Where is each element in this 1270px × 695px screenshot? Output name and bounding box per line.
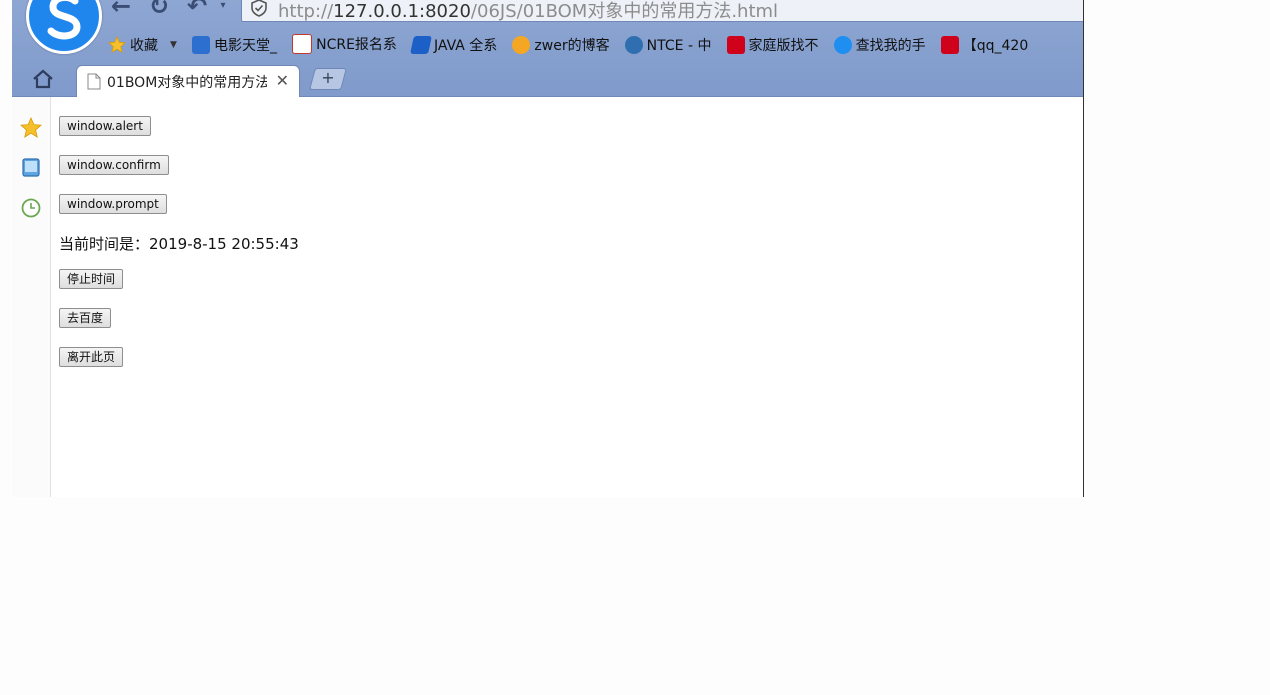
undo-icon[interactable]: ↶ xyxy=(184,0,210,18)
security-shield-icon[interactable] xyxy=(250,0,268,17)
cloud-icon xyxy=(833,36,852,54)
bookmark-csdn-1[interactable]: 家庭版找不 xyxy=(726,34,819,56)
device-icon[interactable] xyxy=(20,157,42,179)
back-arrow-icon[interactable]: ← xyxy=(108,0,134,18)
sidebar xyxy=(12,97,51,497)
bookmark-ntce[interactable]: NTCE - 中 xyxy=(624,34,712,56)
refresh-icon[interactable]: ↻ xyxy=(146,0,172,18)
tab-active[interactable]: 01BOM对象中的常用方法 ✕ xyxy=(76,65,300,97)
bookmarks-bar: 收藏 ▼ 电影天堂_ NCRE报名系 JAVA 全系 zwer的博客 NTCE -… xyxy=(108,33,1038,55)
bookmark-label: NTCE - 中 xyxy=(646,38,712,54)
close-icon[interactable]: ✕ xyxy=(276,71,289,90)
bookmark-label: 家庭版找不 xyxy=(748,38,819,54)
bookmark-label: 查找我的手 xyxy=(855,38,926,54)
tab-strip: 01BOM对象中的常用方法 ✕ + xyxy=(12,62,1083,97)
bookmark-label: zwer的博客 xyxy=(534,38,610,54)
go-baidu-button[interactable]: 去百度 xyxy=(59,308,112,328)
browser-window: ← ↻ ↶ ▾ http://127.0.0.1:8020/06JS/01BOM… xyxy=(12,0,1084,497)
bookmark-movie[interactable]: 电影天堂_ xyxy=(192,34,277,56)
bookmark-csdn-2[interactable]: 【qq_420 xyxy=(940,34,1029,56)
browser-toolbar: ← ↻ ↶ ▾ http://127.0.0.1:8020/06JS/01BOM… xyxy=(12,0,1083,97)
chevron-down-icon[interactable]: ▾ xyxy=(210,0,236,18)
url-scheme: http:// xyxy=(278,1,334,22)
home-icon[interactable] xyxy=(32,68,54,90)
window-confirm-button[interactable]: window.confirm xyxy=(59,155,169,175)
address-bar[interactable]: http://127.0.0.1:8020/06JS/01BOM对象中的常用方法… xyxy=(241,0,1083,23)
url-host: 127.0.0.1:8020 xyxy=(333,1,471,22)
movie-site-icon xyxy=(192,36,211,54)
bookmark-label: 【qq_420 xyxy=(962,38,1029,54)
java-site-icon xyxy=(410,36,432,54)
current-time-display: 当前时间是：2019-8-15 20:55:43 xyxy=(59,233,299,254)
bookmark-ncre[interactable]: NCRE报名系 xyxy=(292,33,397,55)
time-label: 当前时间是： xyxy=(59,235,150,253)
ntce-icon xyxy=(624,36,643,54)
history-clock-icon[interactable] xyxy=(20,197,42,219)
url-path: /06JS/01BOM对象中的常用方法.html xyxy=(470,1,779,22)
time-value: 2019-8-15 20:55:43 xyxy=(149,235,299,253)
bookmark-favorites[interactable]: 收藏 ▼ xyxy=(108,34,177,56)
bookmark-label: NCRE报名系 xyxy=(316,37,397,53)
document-icon xyxy=(87,73,101,90)
bookmark-find-phone[interactable]: 查找我的手 xyxy=(833,34,926,56)
bookmark-label: 电影天堂_ xyxy=(214,38,278,54)
window-alert-button[interactable]: window.alert xyxy=(59,116,151,136)
address-url[interactable]: http://127.0.0.1:8020/06JS/01BOM对象中的常用方法… xyxy=(278,0,778,23)
csdn-icon xyxy=(726,36,745,54)
chevron-down-icon[interactable]: ▼ xyxy=(170,40,177,50)
sogou-browser-logo[interactable] xyxy=(26,0,102,54)
page-content: window.alert window.confirm window.promp… xyxy=(59,97,1059,497)
bookmark-java[interactable]: JAVA 全系 xyxy=(410,34,498,56)
tab-title: 01BOM对象中的常用方法 xyxy=(107,75,267,91)
csdn-icon xyxy=(940,36,959,54)
plus-icon: + xyxy=(321,68,335,87)
bookmark-blog[interactable]: zwer的博客 xyxy=(512,34,610,56)
blog-icon xyxy=(512,36,531,54)
star-icon xyxy=(108,35,126,54)
bookmark-label: 收藏 xyxy=(130,38,158,54)
ncre-icon xyxy=(292,34,313,54)
new-tab-button[interactable]: + xyxy=(309,68,347,90)
window-prompt-button[interactable]: window.prompt xyxy=(59,194,167,214)
favorites-star-icon[interactable] xyxy=(20,117,42,139)
bookmark-label: JAVA 全系 xyxy=(434,38,498,54)
leave-page-button[interactable]: 离开此页 xyxy=(59,347,124,367)
stop-time-button[interactable]: 停止时间 xyxy=(59,269,124,289)
